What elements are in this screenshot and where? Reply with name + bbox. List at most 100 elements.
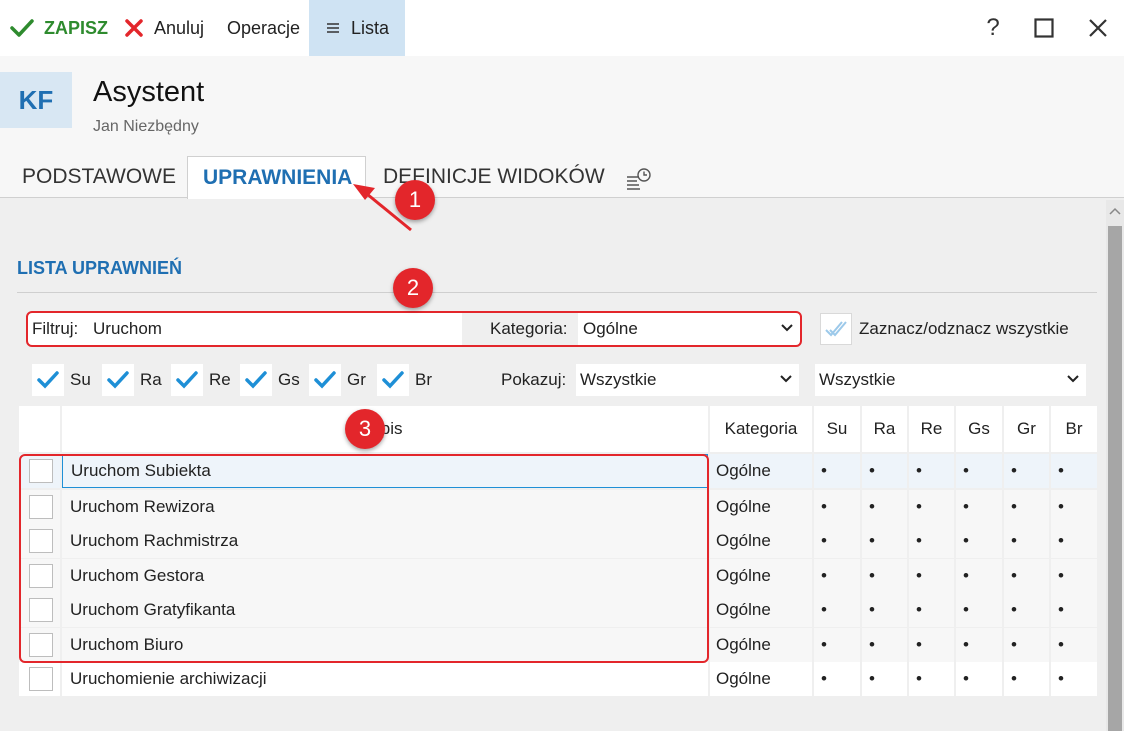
re-cell: • — [909, 662, 954, 696]
tab-podstawowe[interactable]: PODSTAWOWE — [22, 156, 176, 198]
chip-checkbox[interactable] — [309, 364, 341, 396]
chip-checkbox[interactable] — [171, 364, 203, 396]
su-cell: • — [814, 524, 860, 558]
show-label: Pokazuj: — [501, 370, 567, 389]
kategoria-cell: Ogólne — [710, 559, 812, 593]
annotation-badge-3: 3 — [345, 409, 385, 449]
re-cell: • — [909, 524, 954, 558]
gs-cell: • — [956, 662, 1002, 696]
tab-history[interactable] — [626, 160, 652, 202]
history-list-icon — [627, 168, 651, 190]
help-icon: ? — [986, 14, 1000, 41]
show-select-secondary[interactable]: Wszystkie — [815, 364, 1086, 396]
scroll-up-icon[interactable] — [1109, 207, 1121, 215]
su-cell: • — [814, 593, 860, 627]
chip-gr[interactable]: Gr — [309, 364, 366, 396]
kategoria-cell: Ogólne — [710, 490, 812, 524]
chip-label: Gs — [278, 370, 300, 389]
gs-cell: • — [956, 490, 1002, 524]
checkmark-icon — [10, 19, 34, 37]
list-button[interactable]: Lista — [309, 0, 405, 56]
gr-cell: • — [1004, 593, 1049, 627]
section-divider — [17, 292, 1097, 293]
chip-su[interactable]: Su — [32, 364, 91, 396]
checkmark-icon — [245, 371, 267, 389]
scrollbar-thumb[interactable] — [1108, 226, 1122, 731]
re-cell: • — [909, 628, 954, 662]
br-cell: • — [1051, 593, 1097, 627]
su-cell: • — [814, 454, 860, 488]
toggle-all[interactable]: Zaznacz/odznacz wszystkie — [820, 313, 1069, 345]
header-ra[interactable]: Ra — [862, 406, 907, 452]
br-cell: • — [1051, 524, 1097, 558]
maximize-button[interactable] — [1024, 0, 1064, 56]
br-cell: • — [1051, 490, 1097, 524]
row-checkbox[interactable] — [29, 667, 53, 691]
br-cell: • — [1051, 559, 1097, 593]
help-button[interactable]: ? — [973, 0, 1013, 56]
row-checkbox-cell — [19, 662, 60, 696]
vertical-scrollbar[interactable] — [1106, 200, 1124, 731]
checkmark-icon — [107, 371, 129, 389]
opis-cell[interactable]: Uruchomienie archiwizacji — [62, 662, 708, 696]
br-cell: • — [1051, 662, 1097, 696]
cancel-button[interactable]: Anuluj — [124, 0, 204, 56]
chip-checkbox[interactable] — [240, 364, 272, 396]
header-re[interactable]: Re — [909, 406, 954, 452]
chip-checkbox[interactable] — [32, 364, 64, 396]
re-cell: • — [909, 559, 954, 593]
chip-br[interactable]: Br — [377, 364, 432, 396]
su-cell: • — [814, 559, 860, 593]
ra-cell: • — [862, 662, 907, 696]
record-header: KF Asystent Jan Niezbędny — [0, 56, 1124, 156]
show-value-secondary: Wszystkie — [819, 370, 896, 389]
gr-cell: • — [1004, 559, 1049, 593]
gr-cell: • — [1004, 454, 1049, 488]
operations-button[interactable]: Operacje — [227, 0, 300, 56]
hamburger-icon — [327, 23, 339, 33]
chip-re[interactable]: Re — [171, 364, 231, 396]
header-su[interactable]: Su — [814, 406, 860, 452]
ra-cell: • — [862, 628, 907, 662]
su-cell: • — [814, 662, 860, 696]
chip-label: Ra — [140, 370, 162, 389]
kategoria-cell: Ogólne — [710, 593, 812, 627]
show-value: Wszystkie — [580, 370, 657, 389]
header-opis[interactable]: Opis — [62, 406, 708, 452]
page-subtitle: Jan Niezbędny — [93, 118, 199, 135]
table-header: Opis Kategoria Su Ra Re Gs Gr Br — [19, 406, 1097, 452]
tab-uprawnienia[interactable]: UPRAWNIENIA — [187, 156, 366, 199]
save-button[interactable]: ZAPISZ — [10, 0, 108, 56]
double-check-icon — [825, 321, 847, 337]
chevron-down-icon — [1067, 375, 1079, 383]
annotation-badge-2: 2 — [393, 268, 433, 308]
gr-cell: • — [1004, 662, 1049, 696]
kategoria-cell: Ogólne — [710, 662, 812, 696]
gs-cell: • — [956, 559, 1002, 593]
kategoria-cell: Ogólne — [710, 454, 812, 488]
list-label: Lista — [351, 17, 390, 38]
chip-gs[interactable]: Gs — [240, 364, 300, 396]
chevron-down-icon — [780, 375, 792, 383]
header-select[interactable] — [19, 406, 60, 452]
gs-cell: • — [956, 454, 1002, 488]
maximize-icon — [1034, 18, 1054, 38]
tab-bar: PODSTAWOWE UPRAWNIENIA DEFINICJE WIDOKÓW — [0, 156, 1124, 199]
show-select[interactable]: Wszystkie — [576, 364, 799, 396]
toggle-all-checkbox[interactable] — [820, 313, 852, 345]
chip-ra[interactable]: Ra — [102, 364, 162, 396]
chip-checkbox[interactable] — [102, 364, 134, 396]
toggle-all-label: Zaznacz/odznacz wszystkie — [859, 319, 1069, 338]
chip-checkbox[interactable] — [377, 364, 409, 396]
header-gr[interactable]: Gr — [1004, 406, 1049, 452]
header-gs[interactable]: Gs — [956, 406, 1002, 452]
checkmark-icon — [382, 371, 404, 389]
header-br[interactable]: Br — [1051, 406, 1097, 452]
close-icon — [1089, 19, 1107, 37]
close-x-icon — [125, 19, 143, 37]
gr-cell: • — [1004, 628, 1049, 662]
gr-cell: • — [1004, 490, 1049, 524]
header-kategoria[interactable]: Kategoria — [710, 406, 812, 452]
close-window-button[interactable] — [1078, 0, 1118, 56]
table-row[interactable]: Uruchomienie archiwizacji Ogólne • • • •… — [19, 662, 1097, 696]
